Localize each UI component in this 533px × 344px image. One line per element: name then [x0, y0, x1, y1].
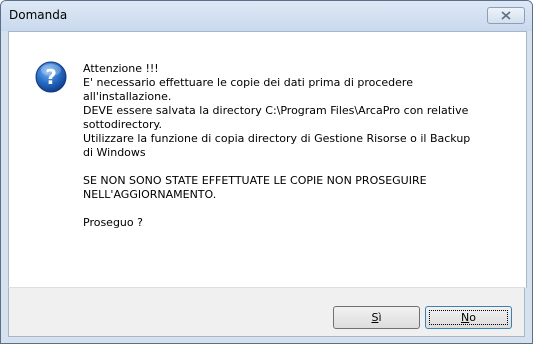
message-line: E' necessario effettuare le copie dei da…	[83, 76, 413, 89]
message-line: all'installazione.	[83, 90, 172, 103]
close-icon	[501, 11, 511, 20]
title-bar[interactable]: Domanda	[1, 1, 532, 31]
dialog-window: Domanda ? Attenzione !!! E' necessario ef…	[0, 0, 533, 344]
message-area: ? Attenzione !!! E' necessario effettuare…	[8, 31, 527, 288]
message-line: SE NON SONO STATE EFFETTUATE LE COPIE NO…	[83, 174, 427, 187]
window-title: Domanda	[9, 8, 68, 22]
message-text: Attenzione !!! E' necessario effettuare l…	[83, 62, 513, 230]
message-line: sottodirectory.	[83, 118, 162, 131]
message-spacer	[83, 202, 513, 216]
close-button[interactable]	[487, 7, 525, 24]
question-icon: ?	[35, 61, 67, 93]
svg-text:?: ?	[45, 65, 57, 89]
message-line: Utilizzare la funzione di copia director…	[83, 132, 471, 145]
message-line: Proseguo ?	[83, 216, 143, 229]
no-button[interactable]: No	[425, 306, 512, 329]
button-bar: Sì No	[8, 287, 525, 337]
message-line: DEVE essere salvata la directory C:\Prog…	[83, 104, 469, 117]
message-spacer	[83, 160, 513, 174]
message-line: Attenzione !!!	[83, 62, 159, 75]
message-line: NELL'AGGIORNAMENTO.	[83, 188, 217, 201]
no-button-label: No	[461, 311, 476, 324]
yes-button[interactable]: Sì	[333, 306, 420, 329]
yes-button-label: Sì	[371, 311, 382, 324]
message-line: di Windows	[83, 146, 146, 159]
